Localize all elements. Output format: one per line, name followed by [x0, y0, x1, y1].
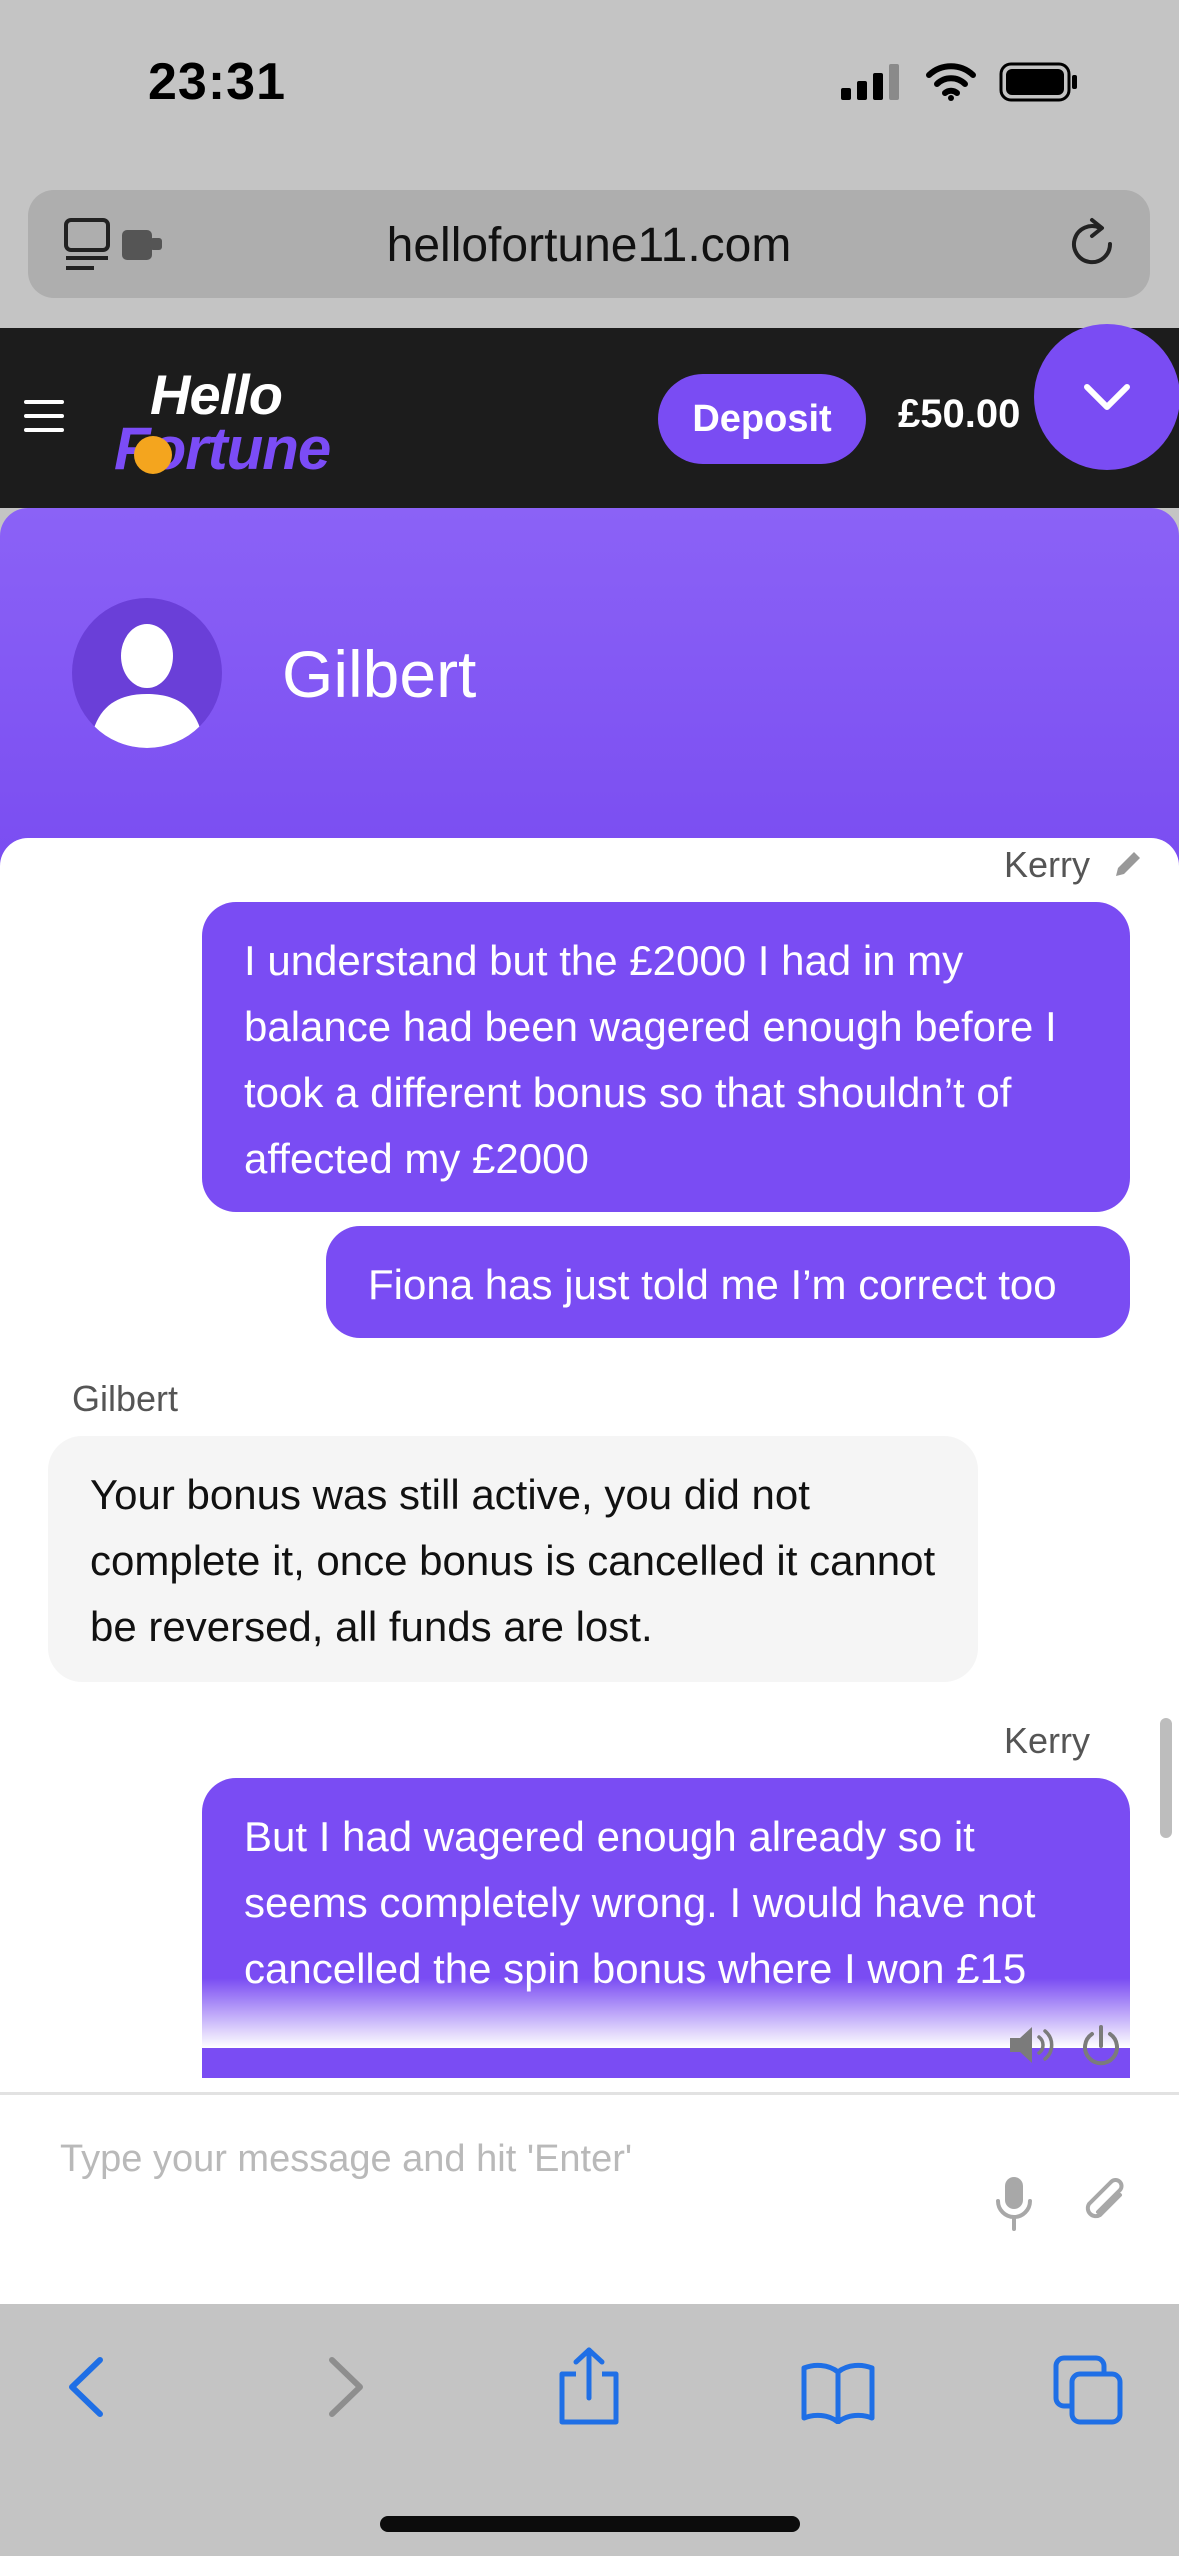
chat-header: Gilbert [0, 508, 1179, 868]
message-input[interactable] [60, 2129, 960, 2189]
chat-minimize-button[interactable] [1034, 324, 1179, 470]
reload-icon[interactable] [1064, 214, 1120, 274]
site-header: Hello Fortune Deposit £50.00 [0, 324, 1179, 508]
screen: 23:31 hellofortune11.com Hello Fortune D… [0, 0, 1179, 2556]
edit-pencil-icon[interactable] [1110, 848, 1144, 882]
transcript-fade [0, 1978, 1179, 2048]
home-indicator [380, 2516, 800, 2532]
message-composer [0, 2092, 1179, 2304]
message-bubble-agent: Your bonus was still active, you did not… [48, 1436, 978, 1682]
forward-arrow-icon[interactable] [318, 2352, 370, 2422]
battery-icon [999, 62, 1077, 102]
chat-transcript[interactable]: Kerry I understand but the £2000 I had i… [0, 838, 1179, 2092]
wifi-icon [926, 63, 976, 101]
back-arrow-icon[interactable] [62, 2352, 114, 2422]
paperclip-icon[interactable] [1080, 2175, 1130, 2231]
power-icon[interactable] [1080, 2024, 1122, 2068]
sender-label: Kerry [1004, 844, 1091, 885]
status-icons [841, 62, 1079, 102]
status-time: 23:31 [148, 53, 286, 111]
chevron-down-icon [1084, 384, 1130, 410]
browser-bottom-toolbar [0, 2306, 1179, 2556]
cellular-signal-icon [841, 64, 899, 100]
message-bubble-user: Fiona has just told me I’m correct too [326, 1226, 1130, 1338]
agent-avatar [72, 598, 222, 748]
url-text[interactable]: hellofortune11.com [28, 218, 1150, 273]
balance-display: £50.00 [898, 392, 1021, 436]
sender-label: Gilbert [72, 1378, 179, 1419]
share-icon[interactable] [556, 2346, 622, 2426]
microphone-icon[interactable] [994, 2175, 1034, 2233]
message-bubble-user: I understand but the £2000 I had in my b… [202, 902, 1130, 1212]
menu-icon[interactable] [22, 396, 66, 436]
sound-icon[interactable] [1006, 2022, 1058, 2068]
tabs-icon[interactable] [1052, 2354, 1124, 2426]
site-logo[interactable]: Hello Fortune [114, 352, 334, 482]
status-bar: 23:31 [0, 0, 1179, 180]
person-silhouette-icon [90, 624, 204, 748]
logo-coin-icon [134, 436, 172, 474]
bookmarks-icon[interactable] [800, 2360, 876, 2424]
sender-label: Kerry [1004, 1720, 1091, 1761]
agent-name: Gilbert [282, 637, 477, 711]
address-bar[interactable]: hellofortune11.com [28, 190, 1150, 298]
deposit-button[interactable]: Deposit [658, 374, 866, 464]
transcript-scrollbar[interactable] [1160, 1718, 1172, 1838]
